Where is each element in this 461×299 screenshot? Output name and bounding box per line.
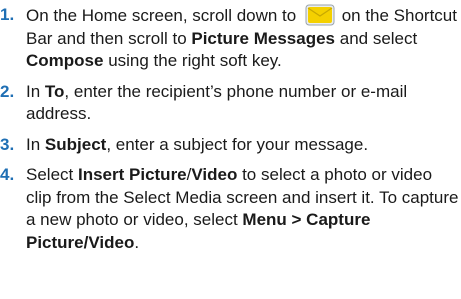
step-number: 4. — [0, 165, 15, 184]
step-number: 1. — [0, 5, 15, 24]
step-text: On the Home screen, scroll down to on th… — [26, 4, 457, 70]
step-number: 3. — [0, 134, 15, 154]
step-1: 1. On the Home screen, scroll down to on… — [0, 4, 461, 73]
envelope-icon — [305, 4, 335, 26]
step-text: In To, enter the recipient’s phone numbe… — [26, 81, 408, 124]
step-2: 2. In To, enter the recipient’s phone nu… — [0, 81, 461, 126]
step-4: 4. Select Insert Picture/Video to select… — [0, 164, 461, 254]
step-3: 3. In Subject, enter a subject for your … — [0, 134, 461, 157]
step-text: Select Insert Picture/Video to select a … — [26, 165, 459, 252]
step-number: 2. — [0, 81, 15, 101]
instruction-steps: 1. On the Home screen, scroll down to on… — [0, 0, 461, 254]
step-text: In Subject, enter a subject for your mes… — [26, 134, 369, 154]
